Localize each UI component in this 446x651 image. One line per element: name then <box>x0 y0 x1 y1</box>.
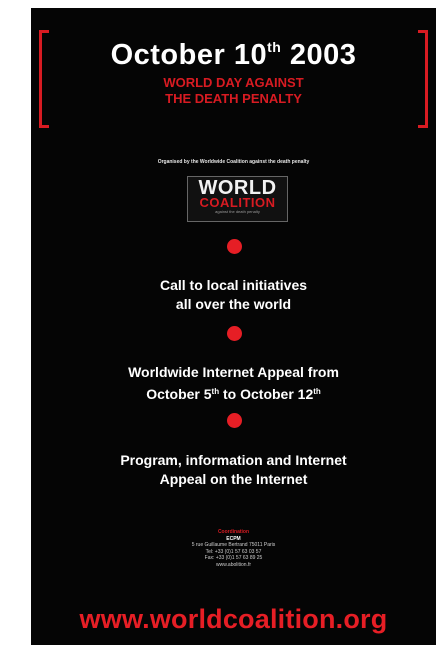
list-item: Worldwide Internet Appeal from October 5… <box>31 363 436 404</box>
list-item: Call to local initiatives all over the w… <box>31 276 436 314</box>
red-bullet-dot <box>227 326 242 341</box>
item-3-line-2: Appeal on the Internet <box>159 471 308 487</box>
item-2-line-2: October 5th to October 12th <box>146 386 321 402</box>
item-1-line-1: Call to local initiatives <box>159 277 308 293</box>
poster: October 10th 2003 WORLD DAY AGAINST THE … <box>31 8 436 645</box>
item-3-line-1: Program, information and Internet <box>120 452 347 468</box>
subtitle-line-2: THE DEATH PENALTY <box>165 91 302 106</box>
red-bullet-dot <box>227 413 242 428</box>
red-bullet-dot <box>227 239 242 254</box>
event-date-title: October 10th 2003 <box>31 40 436 70</box>
world-coalition-logo: WORLD COALITION against the death penalt… <box>187 176 288 222</box>
title-date: October 10 <box>110 39 268 71</box>
title-year: 2003 <box>281 39 357 71</box>
organizer-note: Organised by the Worldwide Coalition aga… <box>157 159 310 165</box>
list-item: Program, information and Internet Appeal… <box>31 451 436 489</box>
logo-word-coalition: COALITION <box>199 195 276 210</box>
event-subtitle: WORLD DAY AGAINST THE DEATH PENALTY <box>31 75 436 107</box>
contact-block: Coordination ECPM 5 rue Guillaume Bertra… <box>31 529 436 568</box>
title-date-suffix: th <box>267 39 282 55</box>
contact-website: www.abolition.fr <box>215 561 251 568</box>
subtitle-line-1: WORLD DAY AGAINST <box>163 75 304 90</box>
item-2-line-1: Worldwide Internet Appeal from <box>128 364 339 380</box>
website-url[interactable]: www.worldcoalition.org <box>31 604 436 634</box>
item-1-line-2: all over the world <box>175 296 292 312</box>
